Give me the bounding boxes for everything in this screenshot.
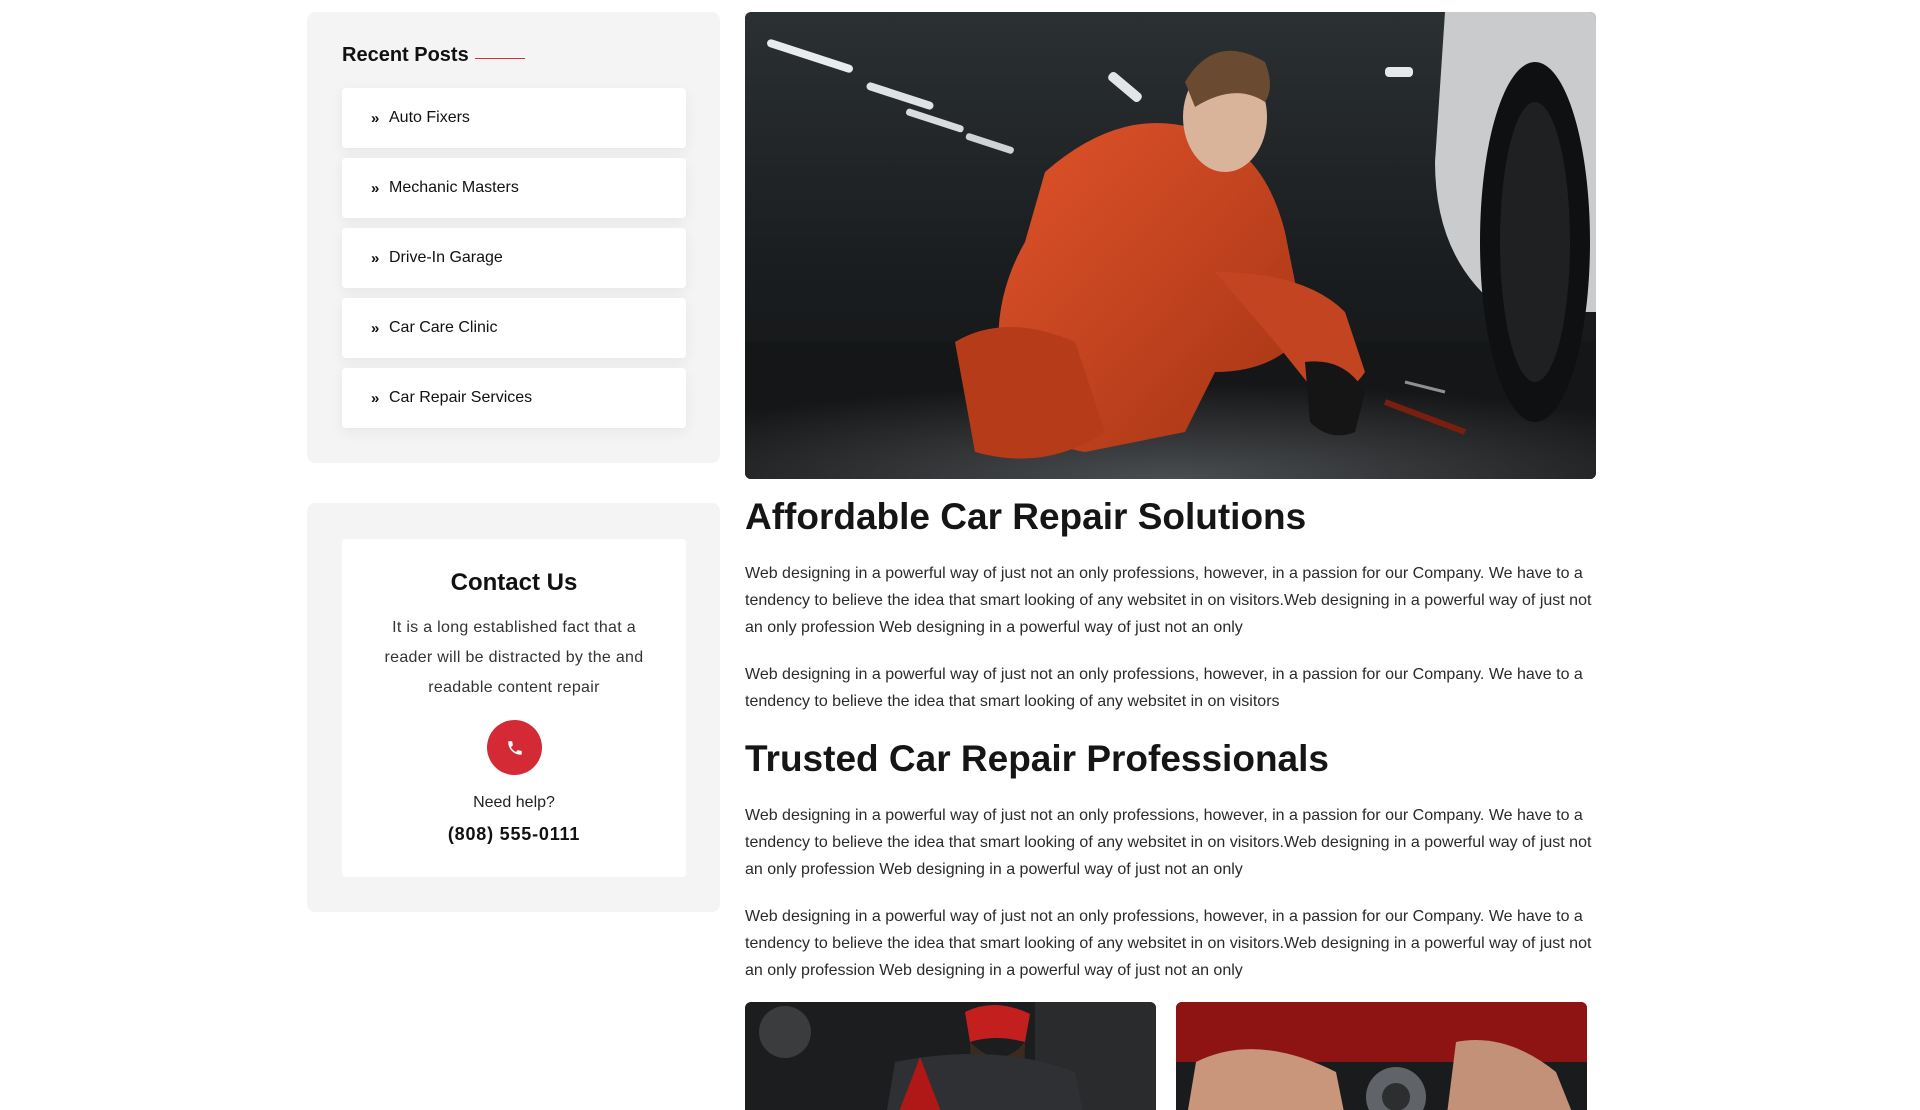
section-heading: Affordable Car Repair Solutions <box>745 496 1307 537</box>
double-chevron-right-icon: » <box>371 389 379 407</box>
contact-widget: Contact Us It is a long established fact… <box>307 503 720 912</box>
phone-number-link[interactable]: (808) 555-0111 <box>342 824 686 845</box>
recent-post-label: Mechanic Masters <box>389 179 519 196</box>
recent-post-label: Drive-In Garage <box>389 249 503 266</box>
contact-title: Contact Us <box>450 569 578 596</box>
double-chevron-right-icon: » <box>371 109 379 127</box>
recent-post-link[interactable]: » Auto Fixers <box>342 88 686 148</box>
recent-post-label: Car Repair Services <box>389 389 533 406</box>
phone-call-button[interactable] <box>487 720 542 775</box>
recent-posts-title: Recent Posts <box>342 44 469 66</box>
contact-card: Contact Us It is a long established fact… <box>342 539 686 877</box>
section-paragraph: Web designing in a powerful way of just … <box>745 565 1592 636</box>
need-help-label: Need help? <box>473 794 555 811</box>
title-accent-line <box>475 58 525 59</box>
hero-image-mechanic <box>745 12 1596 479</box>
double-chevron-right-icon: » <box>371 179 379 197</box>
recent-post-link[interactable]: » Car Care Clinic <box>342 298 686 358</box>
section-paragraph: Web designing in a powerful way of just … <box>745 807 1592 878</box>
gallery-image-hands-engine <box>1176 1002 1587 1110</box>
double-chevron-right-icon: » <box>371 249 379 267</box>
phone-icon <box>507 740 522 755</box>
gallery-image-mechanic-cap <box>745 1002 1156 1110</box>
recent-posts-widget: Recent Posts » Auto Fixers » Mechanic Ma… <box>307 12 720 463</box>
recent-post-link[interactable]: » Drive-In Garage <box>342 228 686 288</box>
contact-description: It is a long established fact that a rea… <box>384 619 644 696</box>
recent-post-link[interactable]: » Mechanic Masters <box>342 158 686 218</box>
section-paragraph: Web designing in a powerful way of just … <box>745 666 1583 710</box>
recent-post-label: Car Care Clinic <box>389 319 498 336</box>
recent-post-label: Auto Fixers <box>389 109 470 126</box>
section-paragraph: Web designing in a powerful way of just … <box>745 908 1592 979</box>
double-chevron-right-icon: » <box>371 319 379 337</box>
section-heading: Trusted Car Repair Professionals <box>745 738 1329 779</box>
recent-post-link[interactable]: » Car Repair Services <box>342 368 686 428</box>
